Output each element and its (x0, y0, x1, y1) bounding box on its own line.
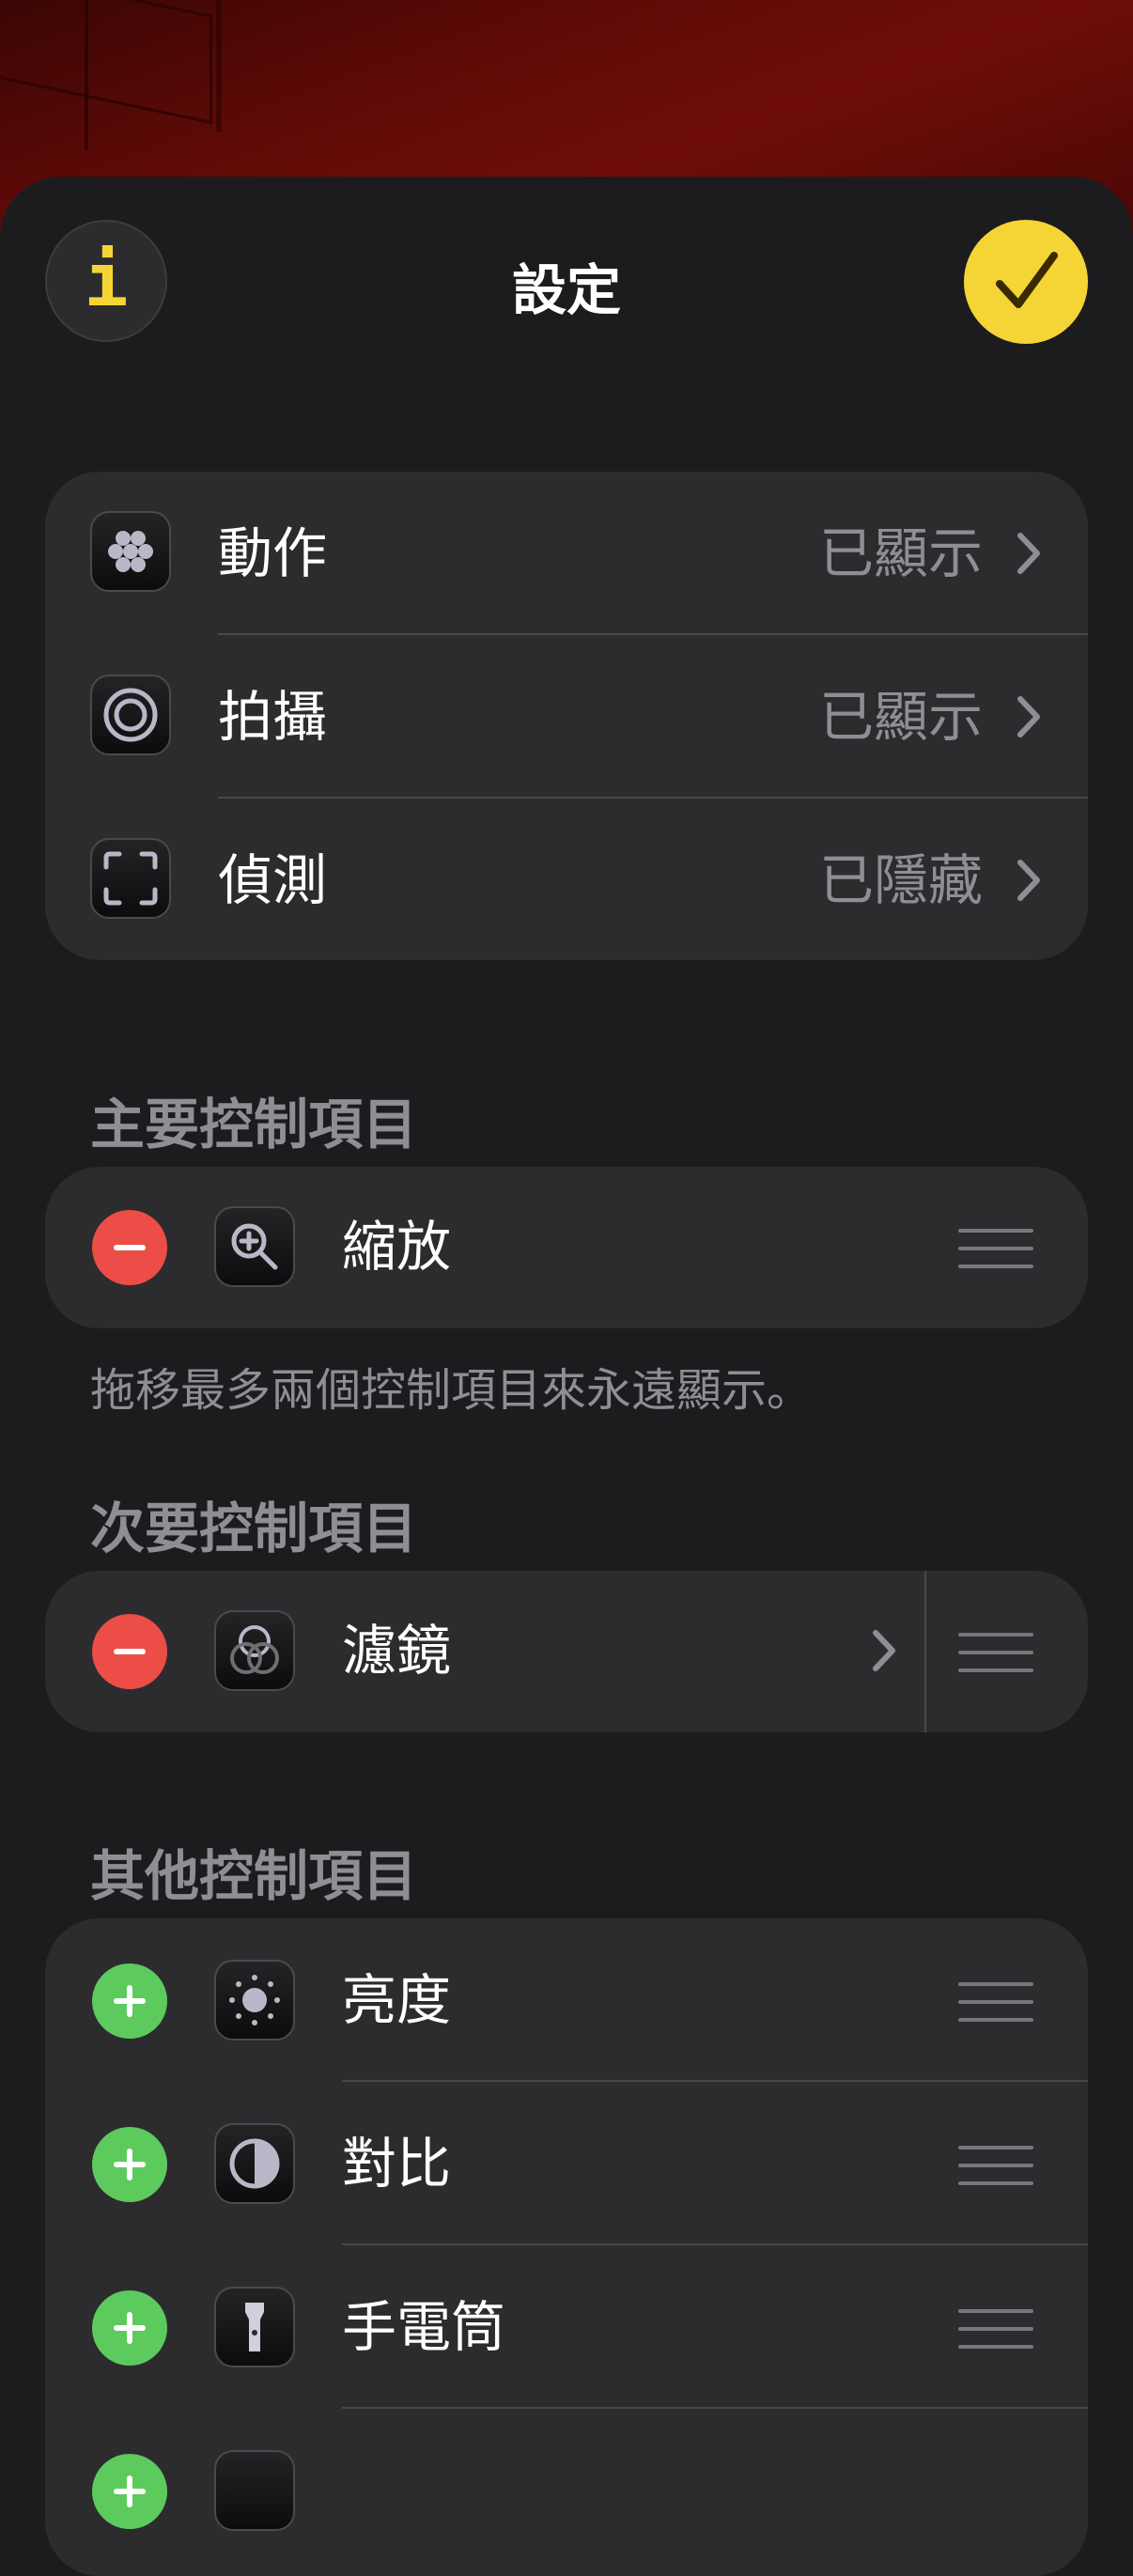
control-row-zoom: 縮放 (45, 1167, 1088, 1328)
chevron-right-icon (1017, 533, 1040, 574)
control-label: 濾鏡 (342, 1619, 452, 1683)
plus-icon (114, 2149, 146, 2180)
mode-status: 已顯示 (818, 521, 983, 585)
mode-label: 偵測 (218, 848, 328, 912)
chevron-right-icon (1017, 696, 1040, 737)
brightness-icon (214, 1960, 295, 2041)
control-row-flashlight: 手電筒 (45, 2245, 1088, 2409)
dots-icon (90, 511, 171, 592)
primary-controls-header: 主要控制項目 (90, 1093, 418, 1156)
mode-status: 已顯示 (818, 685, 983, 749)
control-row-partial (45, 2409, 1088, 2572)
other-controls-card: 亮度 對比 手電筒 (45, 1918, 1088, 2576)
contrast-icon (214, 2123, 295, 2204)
mode-row-motion[interactable]: 動作 已顯示 (45, 472, 1088, 635)
mode-label: 動作 (218, 521, 328, 585)
control-row-contrast: 對比 (45, 2082, 1088, 2245)
reorder-handle[interactable] (958, 1229, 1033, 1268)
control-label: 縮放 (342, 1215, 452, 1279)
other-controls-header: 其他控制項目 (90, 1844, 418, 1908)
primary-controls-card: 縮放 (45, 1167, 1088, 1328)
chevron-right-icon (1017, 860, 1040, 901)
primary-controls-footnote: 拖移最多兩個控制項目來永遠顯示。 (90, 1364, 813, 1417)
modes-card: 動作 已顯示 拍攝 已顯示 偵測 已隱藏 (45, 472, 1088, 960)
control-label: 亮度 (342, 1968, 452, 2032)
plus-icon (114, 2475, 146, 2507)
mode-row-detect[interactable]: 偵測 已隱藏 (45, 799, 1088, 960)
checkmark-icon (996, 252, 1058, 308)
reorder-handle[interactable] (958, 2146, 1033, 2185)
control-icon (214, 2450, 295, 2531)
plus-icon (114, 1985, 146, 2017)
mode-label: 拍攝 (218, 685, 328, 749)
control-row-filters[interactable]: 濾鏡 (45, 1571, 1088, 1732)
reorder-handle[interactable] (958, 2309, 1033, 2349)
add-control-button[interactable] (92, 2127, 167, 2202)
done-button[interactable] (964, 220, 1088, 344)
add-control-button[interactable] (92, 2454, 167, 2529)
control-label: 對比 (342, 2132, 452, 2196)
viewfinder-icon (90, 838, 171, 919)
add-control-button[interactable] (92, 1963, 167, 2039)
flashlight-icon (214, 2287, 295, 2367)
zoom-icon (214, 1206, 295, 1287)
shutter-icon (90, 675, 171, 755)
reorder-handle[interactable] (958, 1982, 1033, 2022)
secondary-controls-header: 次要控制項目 (90, 1497, 418, 1560)
divider (924, 1571, 926, 1732)
mode-status: 已隱藏 (818, 848, 983, 912)
secondary-controls-card: 濾鏡 (45, 1571, 1088, 1732)
control-row-brightness: 亮度 (45, 1918, 1088, 2082)
plus-icon (114, 2312, 146, 2344)
control-label: 手電筒 (342, 2295, 506, 2359)
remove-control-button[interactable] (92, 1210, 167, 1285)
minus-icon (114, 1245, 146, 1250)
page-title: 設定 (511, 258, 621, 322)
filters-icon (214, 1610, 295, 1691)
add-control-button[interactable] (92, 2290, 167, 2366)
reorder-handle[interactable] (958, 1633, 1033, 1672)
minus-icon (114, 1649, 146, 1654)
remove-control-button[interactable] (92, 1614, 167, 1689)
mode-row-capture[interactable]: 拍攝 已顯示 (45, 635, 1088, 799)
chevron-right-icon (873, 1630, 895, 1671)
